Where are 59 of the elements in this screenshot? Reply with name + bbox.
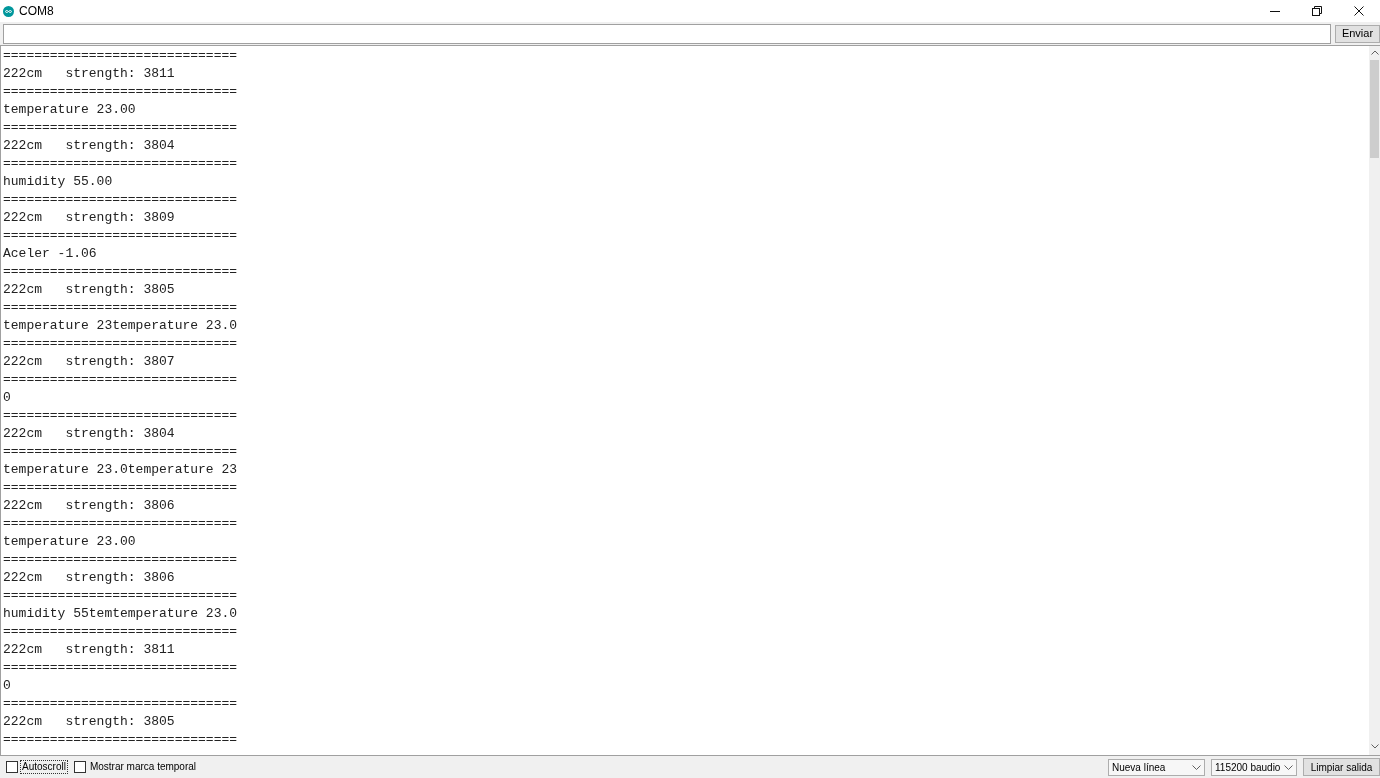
- serial-output-line: temperature 23.00: [3, 533, 136, 551]
- serial-output-line: 222cm strength: 3811: [3, 641, 175, 659]
- line-ending-select[interactable]: Nueva línea: [1108, 758, 1205, 776]
- restore-icon: [1312, 6, 1322, 16]
- message-input-field[interactable]: [3, 23, 1331, 44]
- serial-output-line: ==============================: [3, 299, 238, 317]
- serial-output-line: 222cm strength: 3811: [3, 65, 175, 83]
- serial-output-line: humidity 55.00: [3, 173, 113, 191]
- serial-output-line: ==============================: [3, 731, 238, 749]
- serial-output-line: ==============================: [3, 479, 238, 497]
- serial-output-line: Aceler -1.06: [3, 245, 97, 263]
- serial-output-line: ==============================: [3, 659, 238, 677]
- serial-output-line: temperature 23.00: [3, 101, 136, 119]
- serial-output-line: 222cm strength: 3809: [3, 209, 175, 227]
- serial-output-line: ==============================: [3, 551, 238, 569]
- close-icon: [1354, 6, 1364, 16]
- scroll-up-icon[interactable]: [1370, 50, 1379, 55]
- dropdown-chevron-icon: [1284, 764, 1293, 770]
- serial-output-line: 222cm strength: 3804: [3, 425, 175, 443]
- serial-output-line: ==============================: [3, 191, 238, 209]
- vertical-scrollbar[interactable]: [1369, 46, 1380, 755]
- scrollbar-thumb[interactable]: [1370, 60, 1379, 158]
- serial-output-line: ==============================: [3, 47, 238, 65]
- serial-output-line: ==============================: [3, 695, 238, 713]
- serial-output-line: 222cm strength: 3805: [3, 281, 175, 299]
- serial-output-line: ==============================: [3, 335, 238, 353]
- serial-output-line: ==============================: [3, 227, 238, 245]
- serial-output-line: ==============================: [3, 587, 238, 605]
- minimize-icon: [1270, 10, 1280, 12]
- serial-output-line: humidity 55temtemperature 23.0: [3, 605, 238, 623]
- checkbox-label[interactable]: Mostrar marca temporal: [87, 760, 199, 774]
- serial-output-line: ==============================: [3, 407, 238, 425]
- serial-output-line: temperature 23.0temperature 23: [3, 461, 238, 479]
- send-button[interactable]: Enviar: [1335, 24, 1380, 43]
- serial-output-line: ==============================: [3, 263, 238, 281]
- app-logo-icon: [3, 5, 14, 17]
- checkbox[interactable]: [73, 761, 86, 773]
- serial-output-line: temperature 23temperature 23.0: [3, 317, 238, 335]
- serial-output-line: 222cm strength: 3804: [3, 137, 175, 155]
- serial-output-line: ==============================: [3, 155, 238, 173]
- serial-output-line: ==============================: [3, 515, 238, 533]
- scroll-down-icon[interactable]: [1370, 744, 1379, 749]
- serial-output-line: ==============================: [3, 83, 238, 101]
- serial-output-line: 0: [3, 389, 11, 407]
- checkbox[interactable]: [6, 761, 18, 773]
- serial-output-line: 222cm strength: 3806: [3, 497, 175, 515]
- serial-output-line: ==============================: [3, 443, 238, 461]
- window-title: COM8: [19, 3, 54, 20]
- serial-output-line: 222cm strength: 3807: [3, 353, 175, 371]
- serial-output-line: 222cm strength: 3806: [3, 569, 175, 587]
- serial-output-line: ==============================: [3, 623, 238, 641]
- serial-output-line: ==============================: [3, 371, 238, 389]
- serial-output-line: 222cm strength: 3805: [3, 713, 175, 731]
- baud-rate-select[interactable]: 115200 baudio: [1211, 758, 1297, 776]
- serial-output-line: ==============================: [3, 119, 238, 137]
- serial-output-line: 0: [3, 677, 11, 695]
- dropdown-chevron-icon: [1192, 764, 1201, 770]
- checkbox-label[interactable]: Autoscroll: [20, 760, 68, 774]
- clear-output-button[interactable]: Limpiar salida: [1303, 758, 1380, 776]
